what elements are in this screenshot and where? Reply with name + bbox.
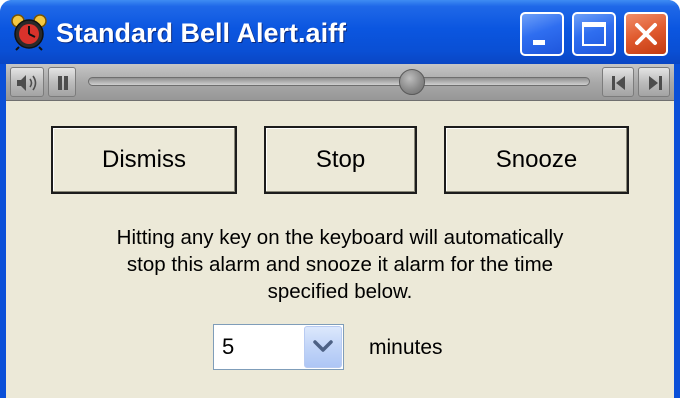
snooze-duration-select[interactable]: 5 <box>213 324 344 370</box>
dismiss-button[interactable]: Dismiss <box>51 126 237 194</box>
stop-button[interactable]: Stop <box>264 126 417 194</box>
snooze-button[interactable]: Snooze <box>444 126 629 194</box>
snooze-duration-value: 5 <box>222 334 235 359</box>
previous-icon <box>612 76 625 90</box>
pause-icon <box>58 76 68 90</box>
instruction-text: Hitting any key on the keyboard will aut… <box>6 224 674 305</box>
minutes-label: minutes <box>369 336 443 359</box>
pause-button[interactable] <box>48 67 76 97</box>
next-button[interactable] <box>638 67 670 97</box>
dropdown-button[interactable] <box>304 326 342 368</box>
previous-button[interactable] <box>602 67 634 97</box>
title-bar[interactable]: Standard Bell Alert.aiff <box>0 0 680 64</box>
maximize-icon <box>582 22 606 46</box>
seek-track[interactable] <box>88 77 590 86</box>
close-icon <box>635 23 657 45</box>
alarm-window: Standard Bell Alert.aiff Dismiss Stop Sn… <box>0 0 680 398</box>
next-icon <box>649 76 662 90</box>
maximize-button[interactable] <box>572 12 616 56</box>
speaker-icon <box>17 75 37 91</box>
alarm-clock-icon <box>11 14 47 51</box>
playback-bar <box>6 64 674 101</box>
instruction-line-2: stop this alarm and snooze it alarm for … <box>126 253 554 276</box>
window-title: Standard Bell Alert.aiff <box>56 18 347 48</box>
minimize-icon <box>533 40 545 45</box>
close-button[interactable] <box>624 12 668 56</box>
seek-thumb[interactable] <box>398 69 425 95</box>
dialog-body: Dismiss Stop Snooze Hitting any key on t… <box>6 64 674 398</box>
volume-button[interactable] <box>10 67 44 97</box>
chevron-down-icon <box>313 340 333 352</box>
instruction-line-3: specified below. <box>267 280 413 303</box>
instruction-line-1: Hitting any key on the keyboard will aut… <box>116 226 564 249</box>
minimize-button[interactable] <box>520 12 564 56</box>
